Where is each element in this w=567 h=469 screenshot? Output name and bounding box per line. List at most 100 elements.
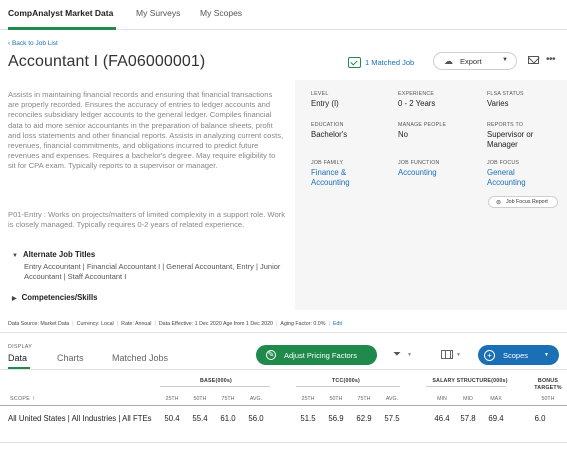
job-function-link[interactable]: Accounting [398, 168, 440, 178]
base-25th-value: 50.4 [164, 414, 180, 423]
divider [0, 442, 567, 443]
chevron-down-icon: ▼ [544, 352, 549, 358]
attr-education: EDUCATION Bachelor's [311, 122, 347, 140]
caret-right-icon: ▶ [12, 296, 17, 302]
back-to-job-list-link[interactable]: ‹ Back to Job List [8, 40, 58, 47]
base-50th-header: 50TH [193, 396, 207, 402]
attr-value: Bachelor's [311, 130, 348, 139]
tab-charts[interactable]: Charts [57, 353, 84, 363]
columns-icon[interactable] [441, 350, 453, 359]
scopes-button[interactable]: + Scopes ▼ [478, 345, 559, 365]
salary-max-header: MAX [490, 396, 502, 402]
job-attributes-panel [295, 80, 567, 310]
tab-companalyst-market-data[interactable]: CompAnalyst Market Data [8, 8, 113, 18]
scopes-label: Scopes [503, 350, 529, 360]
scope-column-header[interactable]: SCOPE ↑ [10, 396, 35, 402]
attr-value: Supervisor or Manager [487, 130, 534, 149]
tab-my-surveys[interactable]: My Surveys [136, 8, 180, 18]
chevron-down-icon: ▼ [502, 57, 508, 63]
cloud-export-icon: ☁ [444, 55, 453, 66]
base-75th-header: 75TH [221, 396, 235, 402]
plus-icon: + [484, 349, 495, 361]
tab-matched-jobs[interactable]: Matched Jobs [112, 353, 168, 363]
tcc-75th-header: 75TH [357, 396, 371, 402]
divider [0, 405, 567, 406]
alternate-job-titles-heading: Alternate Job Titles [22, 250, 96, 259]
active-tab-indicator [8, 27, 116, 30]
divider [0, 332, 567, 333]
competencies-toggle[interactable]: ▶ Competencies/Skills [12, 293, 97, 302]
more-options-icon[interactable]: ••• [546, 54, 556, 65]
divider [160, 386, 270, 387]
tcc-25th-value: 51.5 [300, 414, 316, 423]
caret-down-icon: ▼ [12, 253, 18, 259]
job-focus-report-button[interactable]: ⊜ Job Focus Report [488, 196, 558, 208]
group-header-tcc: TCC(000s) [332, 378, 360, 384]
chevron-down-icon[interactable]: ▼ [407, 352, 412, 358]
attr-value: Varies [487, 99, 509, 108]
salary-mid-value: 57.8 [460, 414, 476, 423]
adjust-pricing-factors-label: Adjust Pricing Factors [284, 350, 357, 360]
attr-label: JOB FAMILY [311, 160, 344, 166]
attr-manage-people: MANAGE PEOPLE No [398, 122, 446, 140]
salary-min-header: MIN [437, 396, 447, 402]
tcc-25th-header: 25TH [301, 396, 315, 402]
report-icon: ⊜ [496, 199, 502, 206]
attr-job-family: JOB FAMILY Finance & Accounting [311, 160, 381, 187]
base-50th-value: 55.4 [192, 414, 208, 423]
alternate-job-titles-toggle[interactable]: ▼ Alternate Job Titles [12, 250, 95, 259]
chevron-down-icon[interactable]: ▼ [456, 352, 461, 358]
attr-label: FLSA STATUS [487, 91, 524, 97]
base-75th-value: 61.0 [220, 414, 236, 423]
salary-min-value: 46.4 [434, 414, 450, 423]
divider [0, 369, 567, 370]
tcc-avg-value: 57.5 [384, 414, 400, 423]
job-level-note: P01-Entry : Works on projects/matters of… [8, 210, 285, 230]
aging-factor: Aging Factor: 0.0% [280, 321, 326, 327]
tcc-50th-value: 56.9 [328, 414, 344, 423]
job-focus-link[interactable]: General Accounting [487, 168, 552, 187]
attr-label: EDUCATION [311, 122, 344, 128]
bonus-50th-value: 6.0 [534, 414, 546, 423]
attr-label: EXPERIENCE [398, 91, 435, 97]
competencies-heading: Competencies/Skills [21, 293, 98, 302]
sort-ascending-icon: ↑ [32, 396, 36, 402]
job-family-link[interactable]: Finance & Accounting [311, 168, 381, 187]
attr-reports-to: REPORTS TO Supervisor or Manager [487, 122, 557, 149]
group-header-base: BASE(000s) [199, 378, 233, 384]
attr-value: 0 - 2 Years [398, 99, 436, 108]
adjust-pricing-factors-button[interactable]: ✎ Adjust Pricing Factors [256, 345, 377, 365]
base-avg-header: AVG. [249, 396, 263, 402]
matched-job-icon [348, 56, 361, 68]
matched-jobs-label: 1 Matched Job [365, 57, 415, 67]
attr-value: No [398, 130, 408, 139]
attr-label: JOB FOCUS [487, 160, 520, 166]
edit-link[interactable]: Edit [333, 321, 342, 327]
export-button[interactable]: ☁ Export ▼ [433, 52, 517, 70]
group-header-bonus-target: BONUS TARGET% [534, 378, 562, 391]
scope-header-label: SCOPE [10, 396, 31, 402]
salary-mid-header: MID [463, 396, 473, 402]
row-scope-label[interactable]: All United States | All Industries | All… [8, 413, 168, 424]
job-focus-report-label: Job Focus Report [506, 199, 548, 205]
export-label: Export [460, 56, 482, 66]
tab-data[interactable]: Data [8, 353, 27, 363]
top-nav: CompAnalyst Market Data My Surveys My Sc… [0, 0, 567, 30]
tcc-75th-value: 62.9 [356, 414, 372, 423]
attr-experience: EXPERIENCE 0 - 2 Years [398, 91, 435, 109]
page-title: Accountant I (FA06000001) [8, 53, 206, 70]
data-effective: Data Effective: 1 Dec 2020 Age from 1 De… [158, 321, 274, 327]
attr-job-focus: JOB FOCUS General Accounting [487, 160, 552, 187]
email-icon[interactable] [528, 56, 539, 64]
filter-icon[interactable]: ⏷ [393, 349, 401, 360]
pencil-icon: ✎ [266, 350, 276, 360]
rate: Rate: Annual [121, 321, 152, 327]
base-avg-value: 56.0 [248, 414, 264, 423]
tab-my-scopes[interactable]: My Scopes [200, 8, 242, 18]
attr-label: MANAGE PEOPLE [398, 122, 447, 128]
attr-value: Entry (I) [311, 99, 339, 108]
data-source: Data Source: Market Data [8, 321, 70, 327]
data-source-bar: Data Source: Market Data | Currency: Local… [8, 321, 342, 327]
bonus-50th-header: 50TH [541, 396, 555, 402]
matched-jobs-button[interactable]: 1 Matched Job [348, 55, 414, 69]
